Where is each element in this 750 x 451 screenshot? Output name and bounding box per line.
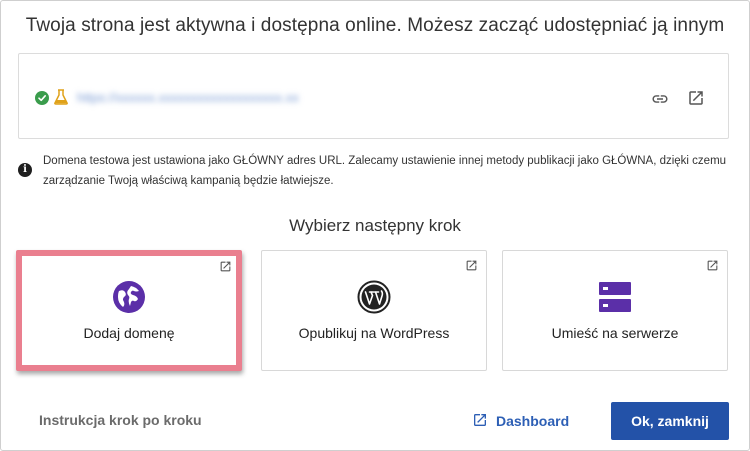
publish-wordpress-card[interactable]: Opublikuj na WordPress (261, 250, 487, 371)
info-text: Domena testowa jest ustawiona jako GŁÓWN… (43, 155, 727, 187)
open-external-icon[interactable] (687, 89, 705, 112)
copy-link-icon[interactable] (651, 90, 669, 113)
open-external-icon (219, 260, 232, 278)
next-step-heading: Wybierz następny krok (289, 216, 461, 235)
url-box: https://xxxxxx.xxxxxxxxxxxxxxxxxxx.xx (18, 53, 729, 139)
server-icon (598, 280, 632, 319)
publish-success-dialog: Twoja strona jest aktywna i dostępna onl… (0, 0, 750, 451)
ok-close-button[interactable]: Ok, zamknij (611, 402, 729, 440)
dashboard-button[interactable]: Dashboard (472, 410, 569, 432)
card-label: Opublikuj na WordPress (298, 325, 450, 341)
step-by-step-link[interactable]: Instrukcja krok po kroku (39, 412, 202, 428)
globe-icon (112, 280, 146, 319)
open-external-icon (465, 259, 478, 277)
add-domain-card[interactable]: Dodaj domenę (16, 250, 242, 371)
dialog-headline: Twoja strona jest aktywna i dostępna onl… (25, 15, 725, 36)
wordpress-icon (357, 280, 391, 319)
open-external-icon (472, 412, 488, 431)
info-icon: i (18, 163, 32, 177)
check-circle-icon (35, 91, 49, 105)
dashboard-label: Dashboard (496, 413, 570, 429)
upload-server-card[interactable]: Umieść na serwerze (502, 250, 728, 371)
card-label: Dodaj domenę (83, 325, 175, 341)
flask-icon (54, 89, 68, 110)
site-url-link[interactable]: https://xxxxxx.xxxxxxxxxxxxxxxxxxx.xx (77, 90, 357, 108)
card-label: Umieść na serwerze (551, 325, 679, 341)
open-external-icon (706, 259, 719, 277)
